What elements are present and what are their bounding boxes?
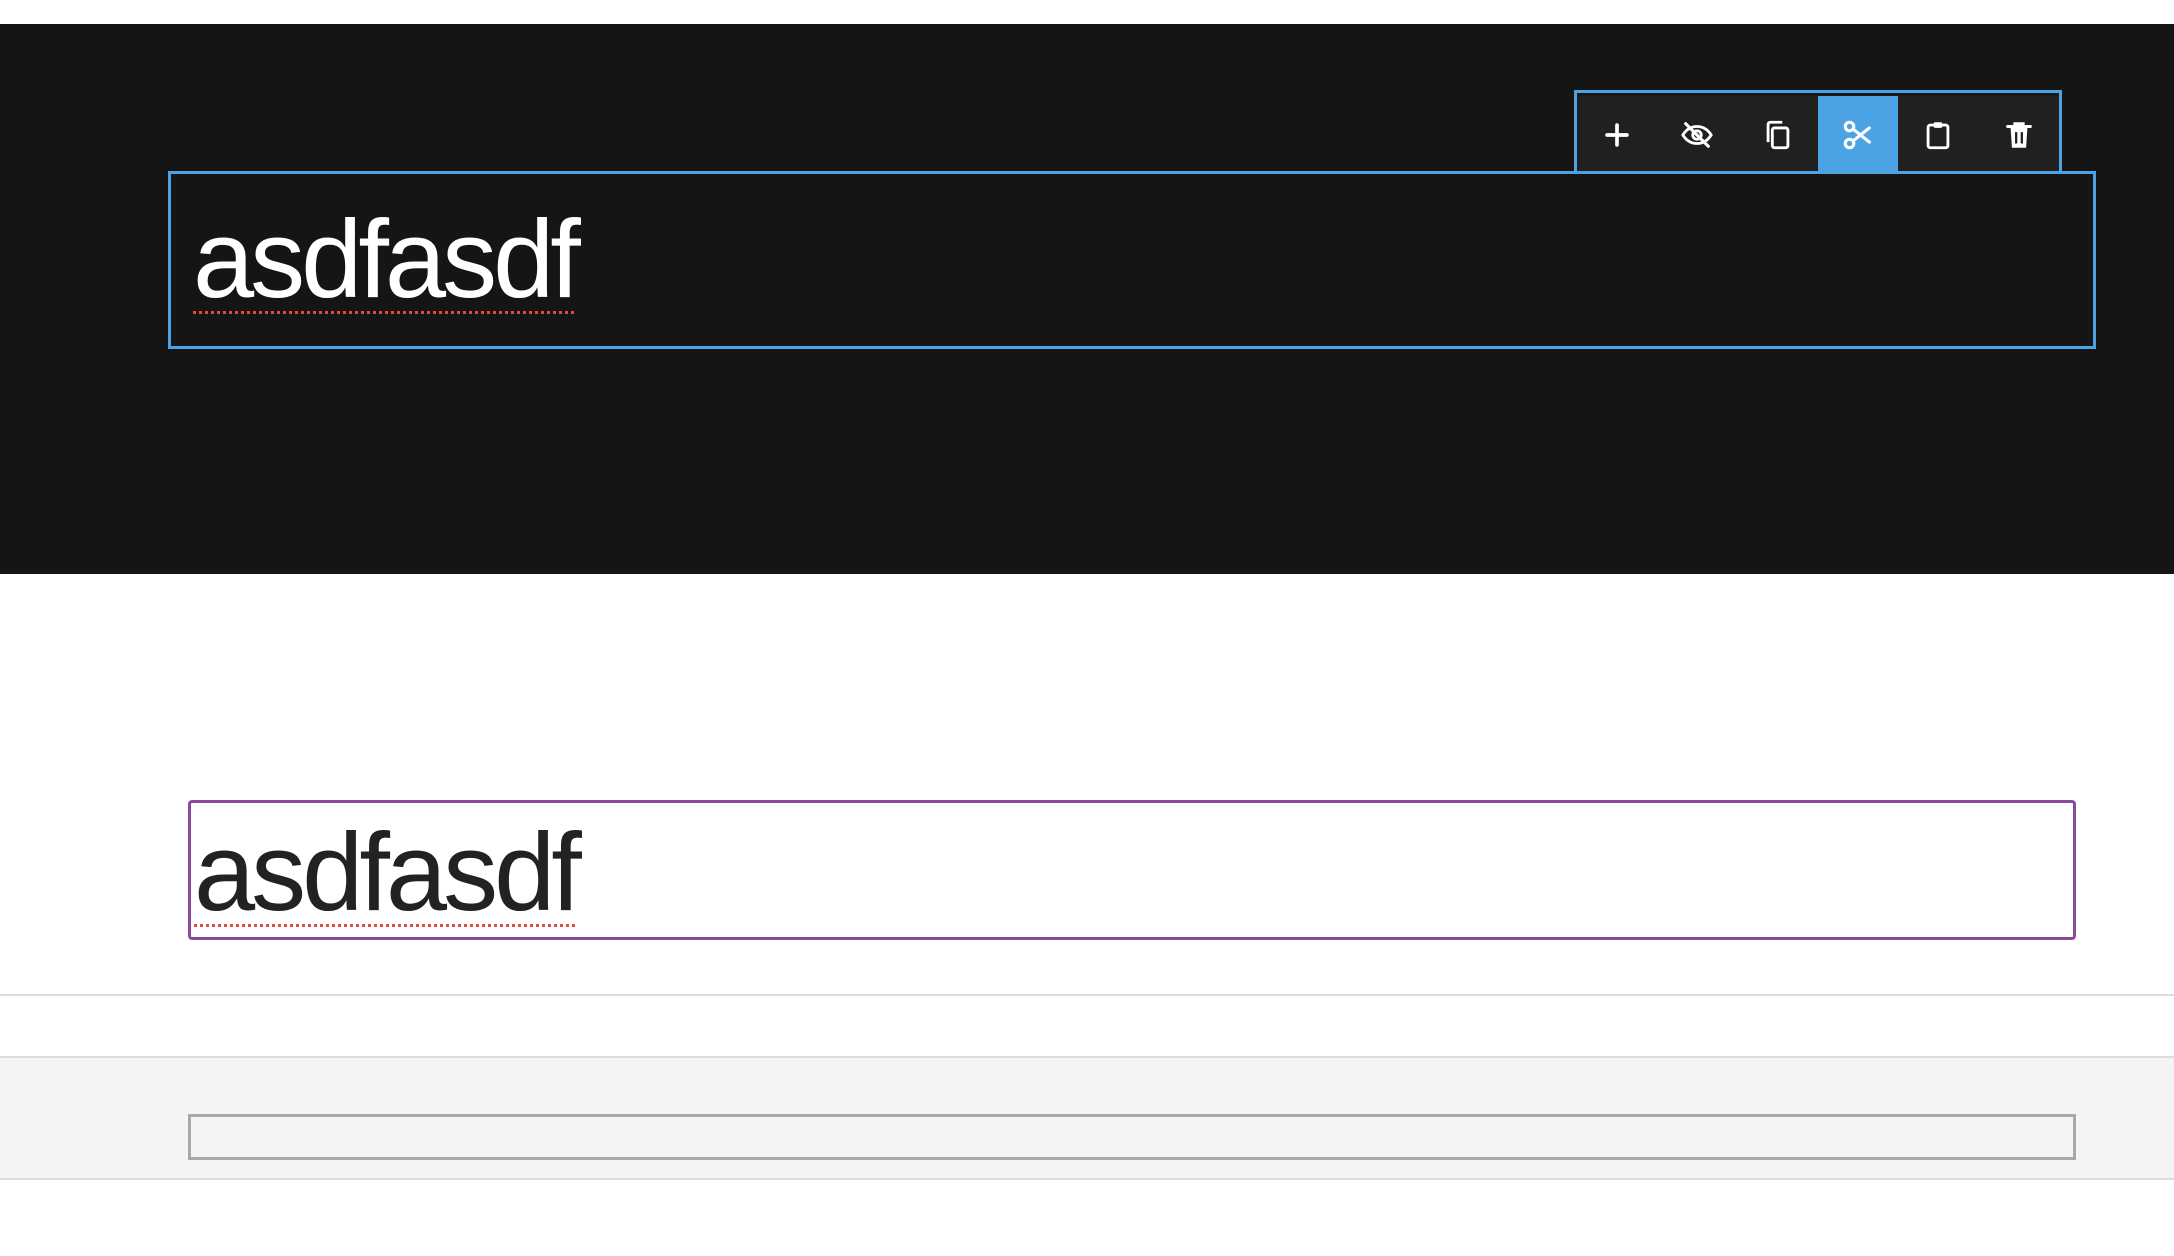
empty-block-field[interactable] (188, 1114, 2076, 1160)
cut-block-button[interactable] (1817, 96, 1899, 174)
heading-text[interactable]: asdfasdf (194, 813, 582, 933)
add-block-button[interactable] (1577, 96, 1658, 174)
trash-icon (2005, 122, 2032, 148)
block-toolbar (1574, 90, 2062, 174)
page-canvas: asdfasdf asdfasdf (0, 0, 2174, 1256)
selected-heading-block[interactable]: asdfasdf (168, 171, 2096, 349)
clipboard-icon (1927, 122, 1950, 150)
paste-block-button[interactable] (1898, 96, 1979, 174)
heading-text[interactable]: asdfasdf (193, 200, 581, 320)
scissors-icon (1843, 120, 1872, 150)
hide-block-button[interactable] (1657, 96, 1738, 174)
section-divider (0, 994, 2174, 996)
copy-icon (1766, 120, 1790, 150)
hovered-heading-block[interactable]: asdfasdf (188, 800, 2076, 940)
eye-off-icon (1681, 122, 1714, 148)
duplicate-block-button[interactable] (1737, 96, 1818, 174)
grey-section[interactable] (0, 1056, 2174, 1180)
delete-block-button[interactable] (1978, 96, 2059, 174)
plus-icon (1605, 123, 1629, 147)
